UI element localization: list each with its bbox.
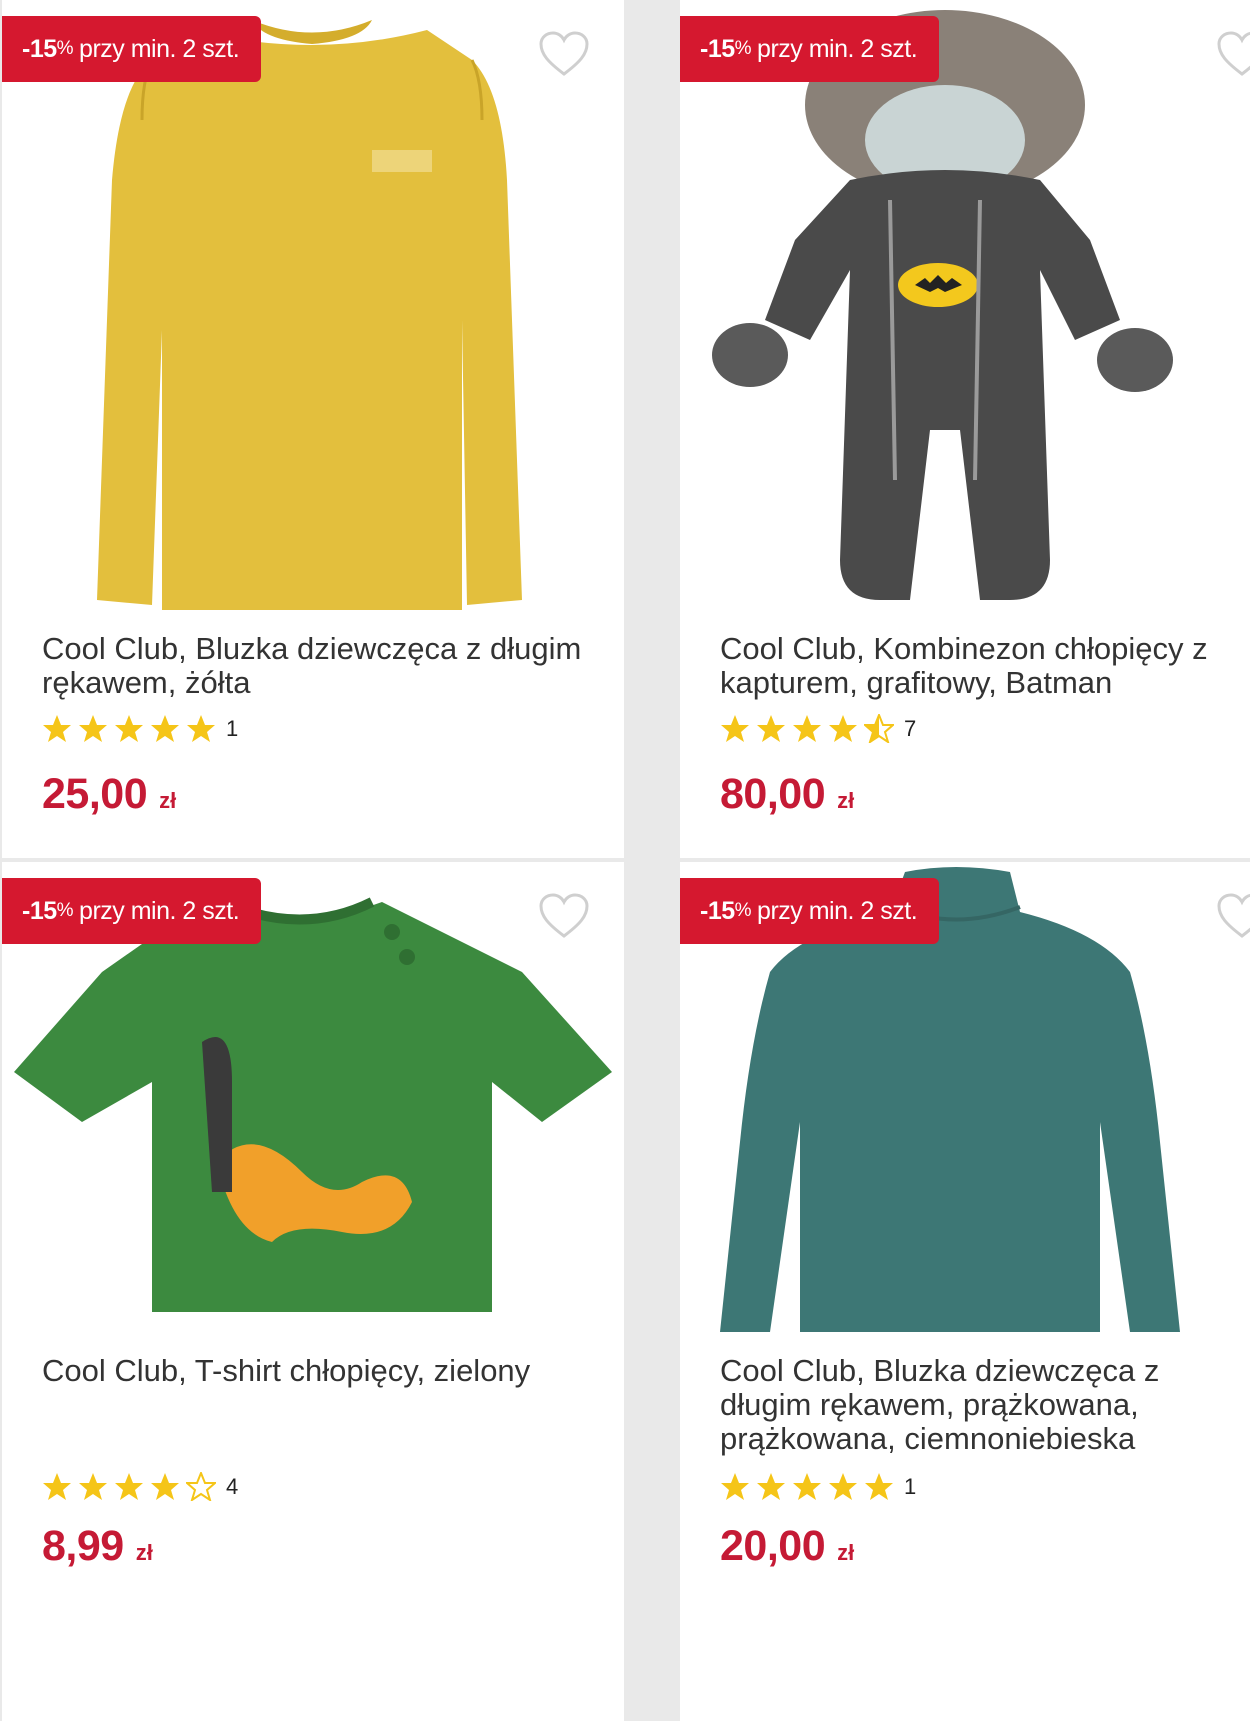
rating: 4 <box>42 1472 238 1501</box>
product-image[interactable] <box>2 0 624 620</box>
rating: 7 <box>720 714 916 743</box>
price: 25,00 zł <box>42 770 176 819</box>
product-title[interactable]: Cool Club, Bluzka dziewczęca z długim rę… <box>720 1354 1240 1456</box>
rating: 1 <box>42 714 238 743</box>
star-full-icon <box>151 1473 179 1500</box>
rating-count: 1 <box>226 715 239 741</box>
heart-icon[interactable] <box>538 892 590 940</box>
product-card[interactable]: -15 % przy min. 2 szt. Cool Club, Kombin… <box>680 0 1250 858</box>
price-value: 80,00 <box>720 770 826 818</box>
yellow-blouse-illustration <box>97 20 522 610</box>
star-full-icon <box>43 1473 71 1500</box>
badge-percent: -15 <box>700 896 735 925</box>
star-full-icon <box>151 715 179 742</box>
product-grid: -15 % przy min. 2 szt. Cool Club, Bluzka… <box>0 0 1250 1721</box>
star-full-icon <box>793 715 821 742</box>
product-title[interactable]: Cool Club, T-shirt chłopięcy, zielony <box>42 1354 614 1388</box>
star-empty-icon <box>186 1472 216 1501</box>
badge-text: przy min. 2 szt. <box>79 896 240 925</box>
badge-percent-sign: % <box>734 38 752 59</box>
price-value: 8,99 <box>42 1522 124 1570</box>
badge-percent-sign: % <box>734 900 752 921</box>
product-title[interactable]: Cool Club, Bluzka dziewczęca z długim rę… <box>42 632 614 700</box>
discount-badge: -15 % przy min. 2 szt. <box>2 878 262 944</box>
heart-icon[interactable] <box>1216 892 1250 940</box>
rating-count: 4 <box>226 1473 239 1499</box>
price-currency: zł <box>837 1540 855 1565</box>
price: 20,00 zł <box>720 1522 854 1571</box>
price: 8,99 zł <box>42 1522 153 1571</box>
price-currency: zł <box>135 1540 153 1565</box>
star-full-icon <box>115 1473 143 1500</box>
star-half-icon <box>864 714 894 743</box>
discount-badge: -15 % przy min. 2 szt. <box>2 16 262 82</box>
star-full-icon <box>721 715 749 742</box>
price: 80,00 zł <box>720 770 854 819</box>
heart-icon[interactable] <box>1216 30 1250 78</box>
heart-icon[interactable] <box>538 30 590 78</box>
badge-percent-sign: % <box>56 900 74 921</box>
star-full-icon <box>829 1473 857 1500</box>
batman-snowsuit-illustration <box>712 10 1173 600</box>
star-full-icon <box>829 715 857 742</box>
star-full-icon <box>115 715 143 742</box>
badge-percent: -15 <box>700 34 735 63</box>
rating-count: 1 <box>904 1473 917 1499</box>
star-full-icon <box>757 715 785 742</box>
star-full-icon <box>721 1473 749 1500</box>
discount-badge: -15 % przy min. 2 szt. <box>680 16 940 82</box>
badge-text: przy min. 2 szt. <box>757 896 918 925</box>
star-full-icon <box>187 715 215 742</box>
price-value: 20,00 <box>720 1522 826 1570</box>
star-full-icon <box>865 1473 893 1500</box>
badge-percent-sign: % <box>56 38 74 59</box>
product-card[interactable]: -15 % przy min. 2 szt. Cool Club, Bluzka… <box>2 0 624 858</box>
star-full-icon <box>793 1473 821 1500</box>
price-currency: zł <box>837 788 855 813</box>
price-currency: zł <box>159 788 177 813</box>
product-card[interactable]: -15 % przy min. 2 szt. Cool Club, Bluzka… <box>680 862 1250 1721</box>
product-image[interactable] <box>680 0 1250 620</box>
discount-badge: -15 % przy min. 2 szt. <box>680 878 940 944</box>
star-full-icon <box>79 715 107 742</box>
star-full-icon <box>43 715 71 742</box>
product-title[interactable]: Cool Club, Kombinezon chłopięcy z kaptur… <box>720 632 1240 700</box>
price-value: 25,00 <box>42 770 148 818</box>
rating-count: 7 <box>904 715 917 741</box>
badge-percent: -15 <box>22 896 57 925</box>
badge-text: przy min. 2 szt. <box>757 34 918 63</box>
product-card[interactable]: -15 % przy min. 2 szt. Cool Club, T-shir… <box>2 862 624 1721</box>
star-full-icon <box>79 1473 107 1500</box>
star-full-icon <box>757 1473 785 1500</box>
badge-percent: -15 <box>22 34 57 63</box>
rating: 1 <box>720 1472 916 1501</box>
badge-text: przy min. 2 szt. <box>79 34 240 63</box>
